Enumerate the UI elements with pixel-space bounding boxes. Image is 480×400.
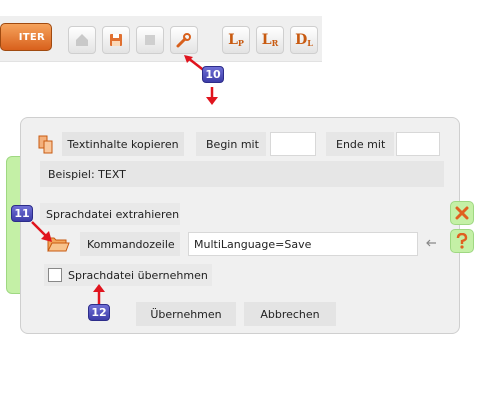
home-button[interactable]	[68, 26, 96, 54]
begin-label: Begin mit	[196, 132, 266, 156]
stop-icon	[145, 35, 155, 45]
lang-lr-icon: LR	[261, 32, 279, 48]
copy-text-label[interactable]: Textinhalte kopieren	[62, 132, 184, 156]
end-label: Ende mit	[326, 132, 394, 156]
lang-lp-icon: LP	[228, 32, 244, 48]
extract-label[interactable]: Sprachdatei extrahieren	[40, 203, 180, 225]
callout-badge-12: 12	[88, 304, 110, 321]
cancel-button[interactable]: Abbrechen	[244, 302, 336, 326]
close-button[interactable]	[450, 201, 474, 225]
save-icon	[110, 34, 122, 46]
home-icon	[76, 34, 88, 46]
lang-button-lp[interactable]: LP	[222, 26, 250, 54]
down-arrow-icon	[206, 87, 218, 105]
adopt-language-file[interactable]: Sprachdatei übernehmen	[44, 264, 212, 286]
wrench-icon	[176, 33, 191, 48]
callout-arrow-12	[93, 284, 105, 304]
close-icon	[455, 206, 469, 220]
callout-badge-10: 10	[202, 66, 224, 83]
apply-button[interactable]: Übernehmen	[136, 302, 236, 326]
filter-button[interactable]: ITER	[0, 23, 52, 51]
tool-button[interactable]	[170, 26, 198, 54]
lang-dl-icon: DL	[295, 32, 313, 48]
begin-input[interactable]	[270, 132, 316, 156]
help-button[interactable]	[450, 229, 474, 253]
lang-button-lr[interactable]: LR	[256, 26, 284, 54]
adopt-label: Sprachdatei übernehmen	[68, 268, 208, 282]
question-icon	[456, 233, 468, 249]
back-arrow-icon[interactable]	[424, 236, 438, 250]
command-input[interactable]: MultiLanguage=Save	[188, 232, 418, 256]
filter-label: ITER	[18, 31, 45, 43]
copy-text-icon	[38, 135, 53, 154]
copy-text-button[interactable]	[36, 133, 58, 155]
lang-button-dl[interactable]: DL	[290, 26, 318, 54]
adopt-checkbox[interactable]	[48, 268, 62, 282]
stop-button[interactable]	[136, 26, 164, 54]
end-input[interactable]	[396, 132, 440, 156]
command-label: Kommandozeile	[80, 232, 180, 256]
callout-arrow-11	[31, 221, 52, 242]
example-text: Beispiel: TEXT	[40, 161, 444, 187]
save-button[interactable]	[102, 26, 130, 54]
